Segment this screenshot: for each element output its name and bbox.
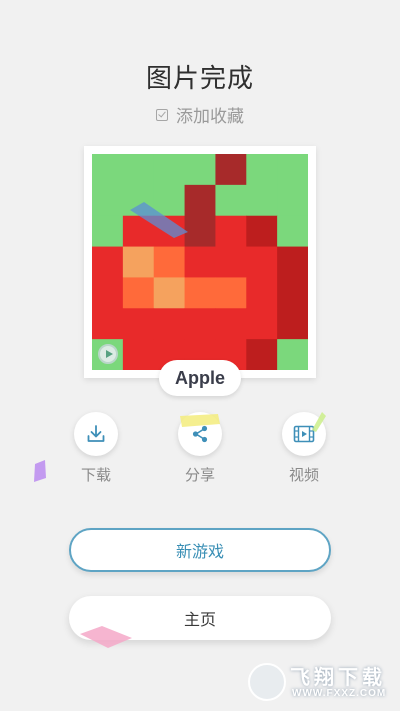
pixel-cell: [277, 339, 308, 370]
download-button[interactable]: [74, 412, 118, 456]
pixel-cell: [277, 154, 308, 186]
pixel-cell: [153, 308, 186, 340]
pixel-cell: [215, 277, 247, 309]
artwork-frame: [84, 146, 316, 378]
pixel-cell: [246, 215, 278, 248]
pixel-cell: [92, 308, 124, 340]
watermark-logo: 飞翔下载 WWW.FXXZ.COM: [248, 661, 392, 705]
pixel-cell: [215, 215, 247, 248]
pixel-cell: [215, 308, 247, 340]
pixel-cell: [184, 154, 216, 186]
add-favorite-toggle[interactable]: 添加收藏: [0, 102, 400, 127]
download-action[interactable]: 下载: [66, 412, 126, 485]
pixel-cell: [153, 246, 186, 278]
pixel-cell: [122, 277, 155, 309]
video-label: 视频: [288, 466, 319, 484]
pixel-art-image: [92, 154, 308, 370]
watermark-emblem-icon: [248, 663, 286, 701]
level-complete-screen: 图片完成 添加收藏 Apple 下载 分享 视频 新游戏 主页 飞翔下载 WWW…: [0, 0, 400, 711]
pixel-cell: [246, 246, 278, 278]
checkbox-icon[interactable]: [156, 108, 168, 121]
pixel-cell: [184, 308, 216, 340]
pixel-cell: [153, 154, 186, 186]
pixel-cell: [92, 215, 124, 248]
confetti-piece: [312, 412, 326, 432]
pixel-cell: [184, 277, 216, 309]
confetti-piece: [130, 202, 188, 238]
pixel-cell: [246, 154, 278, 186]
pixel-cell: [246, 308, 278, 340]
confetti-piece: [80, 626, 132, 648]
watermark-url: WWW.FXXZ.COM: [292, 688, 387, 699]
pixel-cell: [92, 277, 124, 309]
pixel-cell: [277, 184, 308, 217]
pixel-cell: [246, 184, 278, 217]
download-label: 下载: [80, 466, 111, 484]
pixel-cell: [246, 339, 278, 370]
pixel-cell: [246, 277, 278, 309]
confetti-piece: [180, 414, 220, 427]
pixel-cell: [215, 154, 247, 186]
download-icon: [87, 425, 105, 442]
pixel-cell: [92, 246, 124, 278]
watermark-text: 飞翔下载: [290, 665, 386, 689]
pixel-cell: [153, 277, 186, 309]
pixel-cell: [277, 277, 308, 309]
pixel-cell: [122, 154, 155, 186]
pixel-cell: [92, 184, 124, 217]
play-icon[interactable]: [98, 344, 118, 364]
pixel-cell: [215, 246, 247, 278]
pixel-cell: [122, 339, 155, 370]
pixel-cell: [277, 215, 308, 248]
pixel-cell: [92, 154, 124, 186]
pixel-cell: [215, 184, 247, 217]
page-title: 图片完成: [145, 64, 254, 94]
pixel-cell: [277, 246, 308, 278]
confetti-piece: [34, 460, 46, 482]
new-game-button[interactable]: 新游戏: [69, 528, 331, 572]
pixel-cell: [122, 308, 155, 340]
pixel-cell: [184, 246, 216, 278]
artwork-name: Apple: [159, 360, 241, 396]
share-label: 分享: [184, 466, 215, 484]
pixel-cell: [122, 246, 155, 278]
add-favorite-label: 添加收藏: [176, 107, 244, 127]
pixel-cell: [277, 308, 308, 340]
